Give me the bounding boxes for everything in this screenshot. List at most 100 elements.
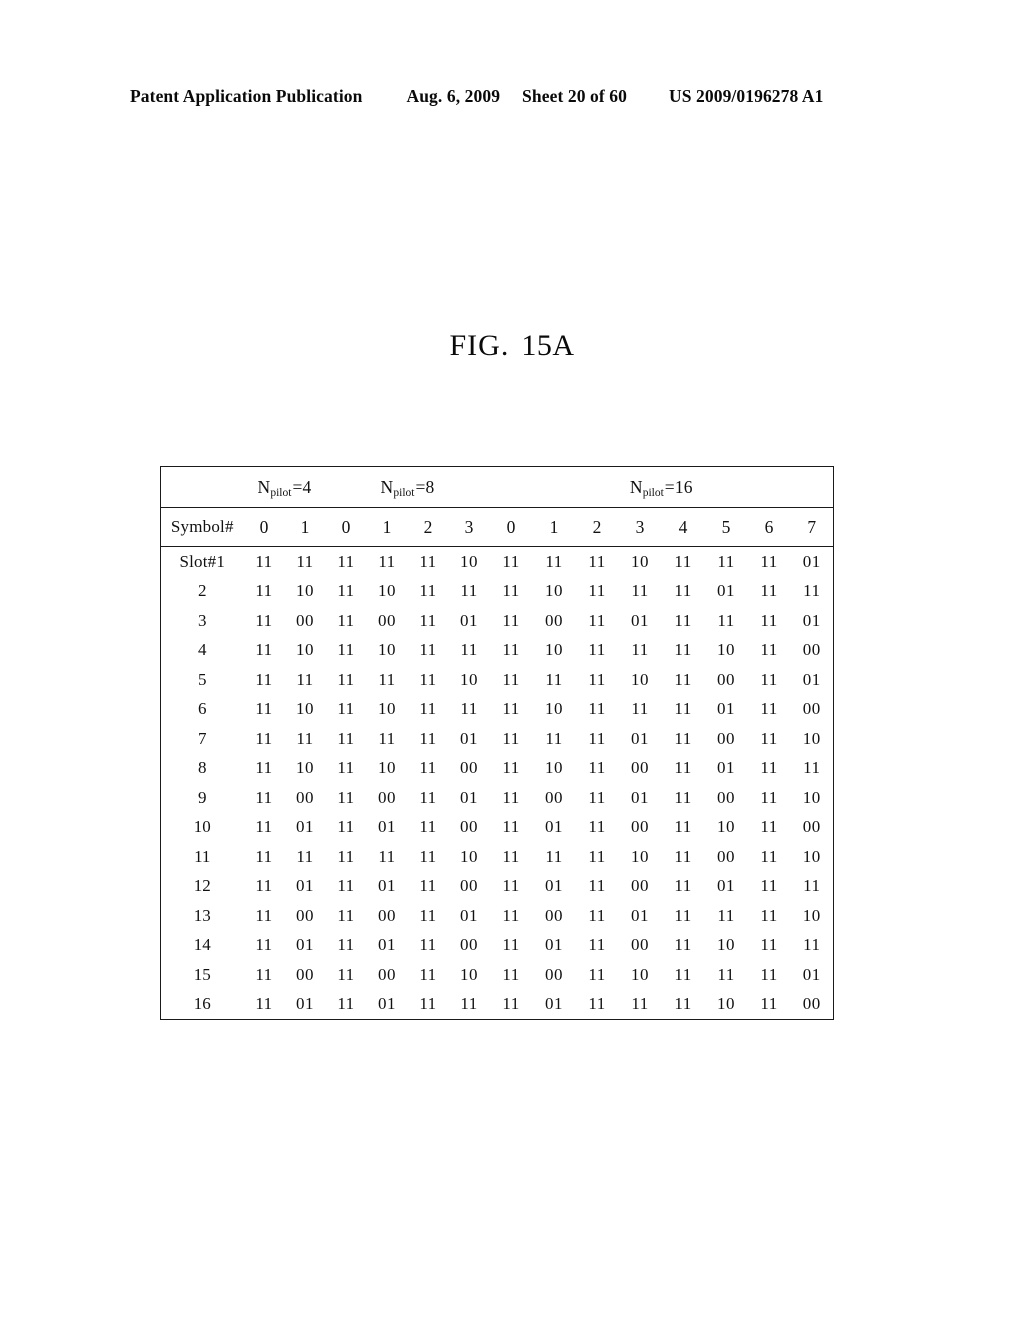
table-row: 7 11 11 11 11 11 01 11 11 11 01 11 00 11 10 — [161, 724, 834, 754]
pattern-cell: 11 — [337, 610, 355, 630]
pattern-cell: 11 — [502, 551, 520, 571]
pattern-cell: 11 — [337, 846, 355, 866]
table-row: 10 11 01 11 01 11 00 11 01 11 00 11 10 11 00 — [161, 813, 834, 843]
pattern-cell: 01 — [631, 610, 650, 630]
pattern-cell: 11 — [296, 669, 314, 689]
pattern-cell: 10 — [460, 551, 479, 571]
symbol-number-cell: 0 — [243, 507, 285, 547]
pattern-cell: 11 — [588, 905, 606, 925]
pattern-cell: 11 — [502, 817, 520, 837]
pattern-cell: 11 — [760, 846, 778, 866]
pattern-cell: 00 — [631, 876, 650, 896]
symbol-number-cell: 3 — [448, 507, 490, 547]
pattern-cell: 11 — [760, 964, 778, 984]
pattern-cell: 11 — [255, 551, 273, 571]
pattern-cell: 11 — [674, 669, 692, 689]
pattern-cell: 11 — [674, 905, 692, 925]
pattern-cell: 11 — [419, 787, 437, 807]
pattern-cell: 11 — [631, 699, 649, 719]
group-header-npilot-4: Npilot=4 — [243, 466, 326, 508]
symbol-number-cell: 2 — [407, 507, 449, 547]
symbol-number-cell: 1 — [366, 507, 408, 547]
figure-number: 15A — [521, 329, 575, 362]
table-row: 6 11 10 11 10 11 11 11 10 11 11 11 01 11 00 — [161, 695, 834, 725]
pattern-cell: 11 — [674, 935, 692, 955]
pattern-cell: 11 — [674, 699, 692, 719]
group-header-row: Npilot=4 Npilot=8 Npilot=16 — [160, 466, 834, 508]
slot-row-label: 2 — [198, 581, 207, 601]
pattern-cell: 11 — [337, 640, 355, 660]
slot-row-label: 10 — [193, 817, 211, 837]
pattern-cell: 01 — [802, 669, 821, 689]
pattern-cell: 01 — [378, 817, 396, 837]
pattern-cell: 11 — [674, 640, 692, 660]
pattern-cell: 11 — [255, 964, 273, 984]
pattern-cell: 00 — [460, 876, 479, 896]
pattern-cell: 11 — [588, 787, 606, 807]
pattern-cell: 11 — [803, 581, 821, 601]
pattern-cell: 11 — [460, 640, 478, 660]
pattern-cell: 01 — [717, 876, 736, 896]
pattern-cell: 11 — [255, 610, 273, 630]
table-row: Slot#1 11 11 11 11 11 10 11 11 11 10 11 11 11 01 — [161, 547, 834, 577]
pattern-cell: 11 — [255, 817, 273, 837]
slot-row-label: 16 — [193, 994, 211, 1014]
pattern-cell: 11 — [803, 935, 821, 955]
pattern-cell: 10 — [545, 699, 564, 719]
pattern-cell: 11 — [674, 846, 692, 866]
pattern-cell: 10 — [296, 758, 314, 778]
table-row: 15 11 00 11 00 11 10 11 00 11 10 11 11 11 01 — [161, 960, 834, 990]
pattern-cell: 10 — [545, 758, 564, 778]
pattern-cell: 11 — [255, 640, 273, 660]
pattern-cell: 11 — [255, 669, 273, 689]
pattern-cell: 10 — [717, 994, 736, 1014]
table-row: 3 11 00 11 00 11 01 11 00 11 01 11 11 11 01 — [161, 606, 834, 636]
slot-row-label: 6 — [198, 699, 207, 719]
pattern-cell: 11 — [419, 994, 437, 1014]
pattern-cell: 11 — [419, 935, 437, 955]
group-header-text: Npilot=4 — [257, 476, 312, 499]
pattern-cell: 10 — [802, 846, 821, 866]
pattern-cell: 11 — [296, 728, 314, 748]
pattern-cell: 00 — [717, 787, 736, 807]
slot-row-label: 12 — [193, 876, 211, 896]
pattern-cell: 10 — [631, 551, 650, 571]
pattern-cell: 11 — [337, 669, 355, 689]
pattern-cell: 11 — [337, 551, 355, 571]
pattern-cell: 00 — [631, 935, 650, 955]
pattern-cell: 11 — [545, 551, 563, 571]
pattern-cell: 11 — [255, 846, 273, 866]
pattern-cell: 10 — [378, 581, 396, 601]
pattern-cell: 11 — [255, 935, 273, 955]
table-row: 5 11 11 11 11 11 10 11 11 11 10 11 00 11 01 — [161, 665, 834, 695]
pattern-cell: 11 — [674, 758, 692, 778]
pattern-cell: 10 — [296, 640, 314, 660]
pattern-cell: 11 — [296, 846, 314, 866]
pattern-cell: 00 — [717, 728, 736, 748]
slot-row-label: 15 — [193, 964, 211, 984]
pattern-cell: 01 — [296, 876, 314, 896]
pattern-cell: 11 — [674, 964, 692, 984]
pattern-cell: 00 — [717, 846, 736, 866]
pattern-cell: 11 — [419, 699, 437, 719]
symbol-number-cell: 0 — [489, 507, 533, 547]
figure-label: FIG. — [449, 329, 510, 362]
pattern-cell: 11 — [760, 610, 778, 630]
pattern-cell: 10 — [802, 728, 821, 748]
table-row: 16 11 01 11 01 11 11 11 01 11 11 11 10 11 00 — [161, 990, 834, 1020]
pattern-cell: 00 — [802, 994, 821, 1014]
publication-title: Patent Application Publication — [130, 86, 363, 106]
pattern-cell: 11 — [255, 994, 273, 1014]
publication-header: Patent Application Publication Aug. 6, 2… — [130, 86, 894, 107]
pattern-cell: 01 — [717, 758, 736, 778]
pattern-cell: 00 — [460, 935, 479, 955]
pattern-cell: 01 — [378, 935, 396, 955]
pattern-cell: 11 — [378, 551, 396, 571]
pattern-cell: 11 — [588, 758, 606, 778]
pattern-cell: 11 — [545, 669, 563, 689]
pattern-cell: 00 — [378, 964, 396, 984]
pattern-cell: 01 — [545, 876, 564, 896]
pattern-cell: 11 — [419, 551, 437, 571]
pattern-cell: 11 — [588, 876, 606, 896]
pattern-cell: 11 — [631, 581, 649, 601]
